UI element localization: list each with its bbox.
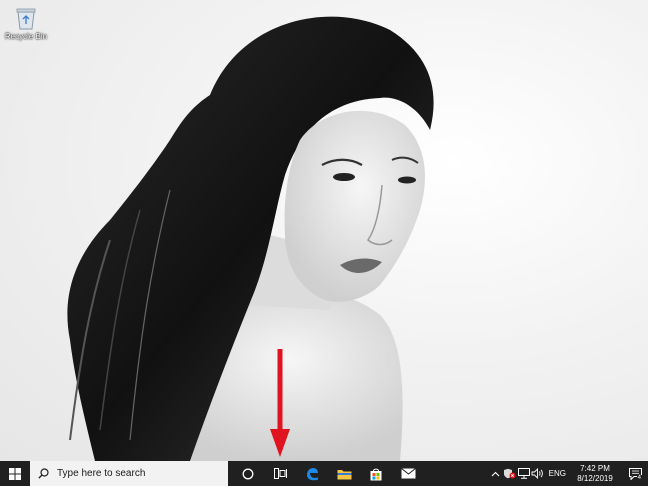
taskbar: Type here to search ENG 7:42 PM 8/12/201…	[0, 461, 648, 486]
notification-count: 4	[636, 475, 642, 481]
network-icon	[517, 468, 530, 479]
taskbar-app-file-explorer[interactable]	[328, 461, 360, 486]
search-placeholder: Type here to search	[57, 468, 146, 479]
clock-button[interactable]: 7:42 PM 8/12/2019	[572, 464, 618, 484]
action-center-button[interactable]: 4	[622, 461, 648, 486]
mail-icon	[400, 468, 416, 479]
tray-security-button[interactable]	[503, 461, 517, 486]
taskbar-app-edge[interactable]	[296, 461, 328, 486]
taskbar-app-mail[interactable]	[392, 461, 424, 486]
cortana-button[interactable]	[232, 461, 264, 486]
search-icon	[38, 468, 49, 479]
recycle-bin-label: Recycle Bin	[4, 32, 48, 41]
task-view-icon	[273, 468, 287, 479]
windows-logo-icon	[9, 467, 21, 480]
defender-warning-icon	[504, 468, 516, 479]
system-tray: ENG 7:42 PM 8/12/2019 4	[489, 461, 648, 486]
start-button[interactable]	[0, 461, 30, 486]
show-hidden-icons-button[interactable]	[489, 461, 503, 486]
chevron-up-icon	[491, 471, 500, 476]
folder-icon	[337, 469, 351, 479]
desktop: Recycle Bin	[0, 0, 648, 461]
clock-date: 8/12/2019	[577, 473, 613, 483]
recycle-bin-shortcut[interactable]: Recycle Bin	[4, 6, 48, 41]
clock-time: 7:42 PM	[580, 463, 610, 473]
search-box[interactable]: Type here to search	[30, 461, 228, 486]
store-icon	[370, 468, 382, 480]
task-view-button[interactable]	[264, 461, 296, 486]
desktop-wallpaper	[67, 16, 434, 461]
input-language[interactable]: ENG	[549, 469, 566, 478]
recycle-bin-icon	[16, 8, 36, 30]
edge-icon	[307, 467, 318, 480]
speaker-icon	[531, 468, 543, 479]
network-button[interactable]	[517, 461, 531, 486]
cortana-circle-icon	[242, 468, 254, 479]
taskbar-app-store[interactable]	[360, 461, 392, 486]
volume-button[interactable]	[531, 461, 545, 486]
annotation-arrow	[270, 349, 290, 457]
